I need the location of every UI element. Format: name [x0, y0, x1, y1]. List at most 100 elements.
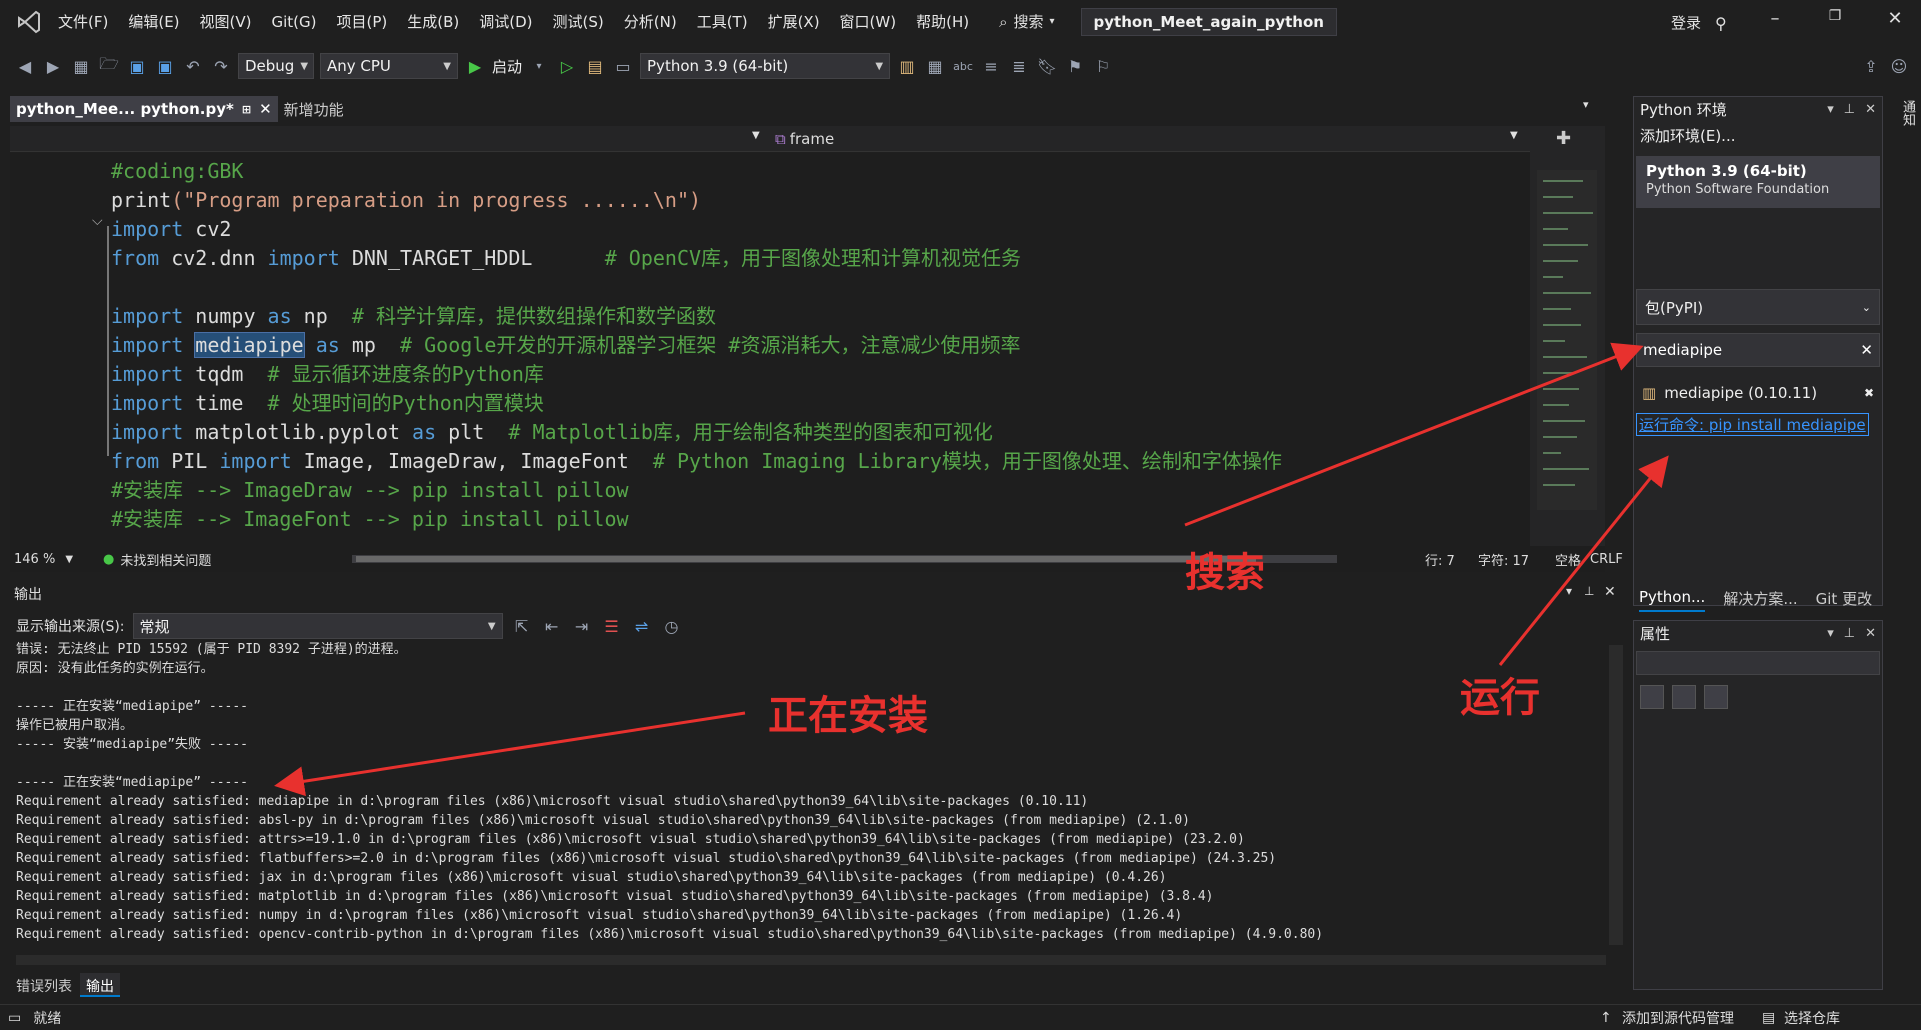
- menu-item[interactable]: 分析(N): [614, 7, 687, 37]
- platform-select[interactable]: Any CPU ▼: [320, 53, 458, 79]
- tab-whats-new[interactable]: 新增功能: [278, 96, 350, 122]
- start-button[interactable]: 启动: [492, 56, 522, 77]
- pin-icon[interactable]: ⊥: [1844, 102, 1855, 117]
- chevron-down-icon[interactable]: ▼: [752, 130, 760, 141]
- code-line[interactable]: #安装库 --> ImageFont --> pip install pillo…: [111, 505, 629, 534]
- play-icon[interactable]: ▶: [464, 55, 486, 77]
- menu-item[interactable]: 工具(T): [687, 7, 758, 37]
- dropdown-icon[interactable]: ▾: [1566, 584, 1572, 598]
- package-source-select[interactable]: 包(PyPI) ⌄: [1636, 289, 1880, 325]
- menu-item[interactable]: 项目(P): [327, 7, 398, 37]
- login-link[interactable]: 登录: [1671, 12, 1701, 33]
- back-icon[interactable]: ◀: [14, 55, 36, 77]
- close-icon[interactable]: ✕: [1865, 626, 1876, 641]
- menu-item[interactable]: Git(G): [262, 7, 327, 37]
- properties-object-select[interactable]: [1636, 651, 1880, 675]
- tab-git-changes[interactable]: Git 更改: [1816, 588, 1872, 612]
- previous-message-icon[interactable]: ⇤: [541, 615, 563, 637]
- tab-overflow-icon[interactable]: ▾: [1583, 98, 1589, 111]
- undo-icon[interactable]: ↶: [182, 55, 204, 77]
- menu-item[interactable]: 编辑(E): [118, 7, 189, 37]
- restore-button[interactable]: ❐: [1815, 8, 1855, 36]
- layout-icon[interactable]: ▭: [612, 55, 634, 77]
- pin-icon[interactable]: ⊥: [1844, 626, 1855, 641]
- environment-item[interactable]: Python 3.9 (64-bit) Python Software Foun…: [1636, 156, 1880, 208]
- configuration-select[interactable]: Debug ▼: [238, 53, 314, 79]
- minimap[interactable]: [1537, 170, 1597, 510]
- folder-icon[interactable]: ▤: [584, 55, 606, 77]
- minimize-button[interactable]: –: [1755, 8, 1795, 36]
- split-icon[interactable]: ✚: [1556, 128, 1571, 149]
- code-line[interactable]: import matplotlib.pyplot as plt # Matplo…: [111, 418, 993, 447]
- clear-all-icon[interactable]: ☰: [601, 615, 623, 637]
- categorized-icon[interactable]: [1640, 685, 1664, 709]
- tab-output[interactable]: 输出: [80, 973, 120, 997]
- whitespace-mode[interactable]: 空格: [1555, 550, 1581, 569]
- scroll-thumb[interactable]: [356, 556, 1256, 562]
- code-line[interactable]: import numpy as np # 科学计算库，提供数组操作和数学函数: [111, 302, 716, 331]
- code-line[interactable]: import cv2: [111, 215, 231, 244]
- dropdown-icon[interactable]: ▾: [1827, 626, 1834, 641]
- pin-icon[interactable]: ⊞: [242, 103, 251, 116]
- alphabetical-icon[interactable]: [1672, 685, 1696, 709]
- add-to-source-control[interactable]: 添加到源代码管理: [1622, 1008, 1734, 1028]
- new-project-icon[interactable]: ▦: [70, 55, 92, 77]
- close-window-button[interactable]: ✕: [1875, 8, 1915, 36]
- code-line[interactable]: print("Program preparation in progress .…: [111, 186, 701, 215]
- close-icon[interactable]: ✕: [1604, 584, 1616, 600]
- fold-collapse-icon[interactable]: ⌵: [92, 213, 103, 229]
- output-vertical-scrollbar[interactable]: [1609, 645, 1623, 945]
- issues-status[interactable]: 未找到相关问题: [120, 550, 211, 569]
- property-pages-icon[interactable]: [1704, 685, 1728, 709]
- code-line[interactable]: from cv2.dnn import DNN_TARGET_HDDL # Op…: [111, 244, 1021, 273]
- output-source-select[interactable]: 常规 ▼: [132, 613, 503, 639]
- package-list-item[interactable]: ▥ mediapipe (0.10.11) ✖: [1636, 379, 1880, 407]
- save-all-icon[interactable]: ▣: [154, 55, 176, 77]
- next-bookmark-icon[interactable]: ⚐: [1092, 55, 1114, 77]
- menu-item[interactable]: 生成(B): [397, 7, 469, 37]
- line-number[interactable]: 行: 7: [1425, 550, 1455, 569]
- comment-icon[interactable]: ≡: [980, 55, 1002, 77]
- package-icon[interactable]: ▥: [896, 55, 918, 77]
- redo-icon[interactable]: ↷: [210, 55, 232, 77]
- open-folder-icon[interactable]: 🗁: [98, 54, 120, 77]
- copilot-icon[interactable]: ☺: [1888, 55, 1910, 77]
- pin-icon[interactable]: ⊥: [1584, 584, 1594, 598]
- close-icon[interactable]: ✕: [1865, 102, 1876, 117]
- chevron-down-icon[interactable]: ▼: [1510, 130, 1518, 141]
- menu-item[interactable]: 窗口(W): [830, 7, 907, 37]
- tab-python-env[interactable]: Python...: [1639, 588, 1706, 612]
- member-dropdown[interactable]: ⧉ frame: [775, 130, 834, 148]
- code-line[interactable]: from PIL import Image, ImageDraw, ImageF…: [111, 447, 1282, 476]
- start-without-debug-icon[interactable]: ▷: [556, 55, 578, 77]
- tab-solution-explorer[interactable]: 解决方案...: [1723, 588, 1797, 612]
- clear-search-icon[interactable]: ✕: [1860, 341, 1873, 359]
- package-search-input[interactable]: mediapipe ✕: [1636, 333, 1880, 367]
- spell-check-icon[interactable]: abc: [952, 55, 974, 77]
- line-ending[interactable]: CRLF: [1590, 552, 1623, 567]
- search-menu[interactable]: ⌕ 搜索 ▾: [999, 11, 1054, 32]
- window-layout-icon[interactable]: ▦: [924, 55, 946, 77]
- menu-item[interactable]: 文件(F): [48, 7, 118, 37]
- code-line[interactable]: #coding:GBK: [111, 157, 243, 186]
- interpreter-select[interactable]: Python 3.9 (64-bit) ▼: [640, 53, 891, 79]
- menu-item[interactable]: 扩展(X): [758, 7, 830, 37]
- code-line[interactable]: import time # 处理时间的Python内置模块: [111, 389, 544, 418]
- prev-bookmark-icon[interactable]: ⚑: [1064, 55, 1086, 77]
- chevron-down-icon[interactable]: ▾: [528, 55, 550, 77]
- code-line[interactable]: import tqdm # 显示循环进度条的Python库: [111, 360, 544, 389]
- dropdown-icon[interactable]: ▾: [1827, 102, 1834, 117]
- select-repository[interactable]: 选择仓库: [1784, 1008, 1840, 1028]
- output-horizontal-scrollbar[interactable]: [16, 955, 1606, 965]
- add-environment-link[interactable]: 添加环境(E)...: [1634, 121, 1882, 150]
- bookmark-icon[interactable]: 🔖︎: [1036, 55, 1058, 77]
- close-icon[interactable]: ✕: [259, 100, 272, 118]
- menu-item[interactable]: 帮助(H): [906, 7, 979, 37]
- uncomment-icon[interactable]: ≣: [1008, 55, 1030, 77]
- notifications-tab[interactable]: 通知: [1898, 100, 1917, 126]
- code-editor[interactable]: #coding:GBK print("Program preparation in…: [10, 153, 1530, 546]
- chevron-down-icon[interactable]: ▼: [65, 554, 73, 565]
- tab-python-file[interactable]: python_Mee... python.py* ⊞ ✕: [10, 96, 278, 122]
- visual-studio-logo-icon[interactable]: [10, 7, 48, 37]
- next-message-icon[interactable]: ⇥: [571, 615, 593, 637]
